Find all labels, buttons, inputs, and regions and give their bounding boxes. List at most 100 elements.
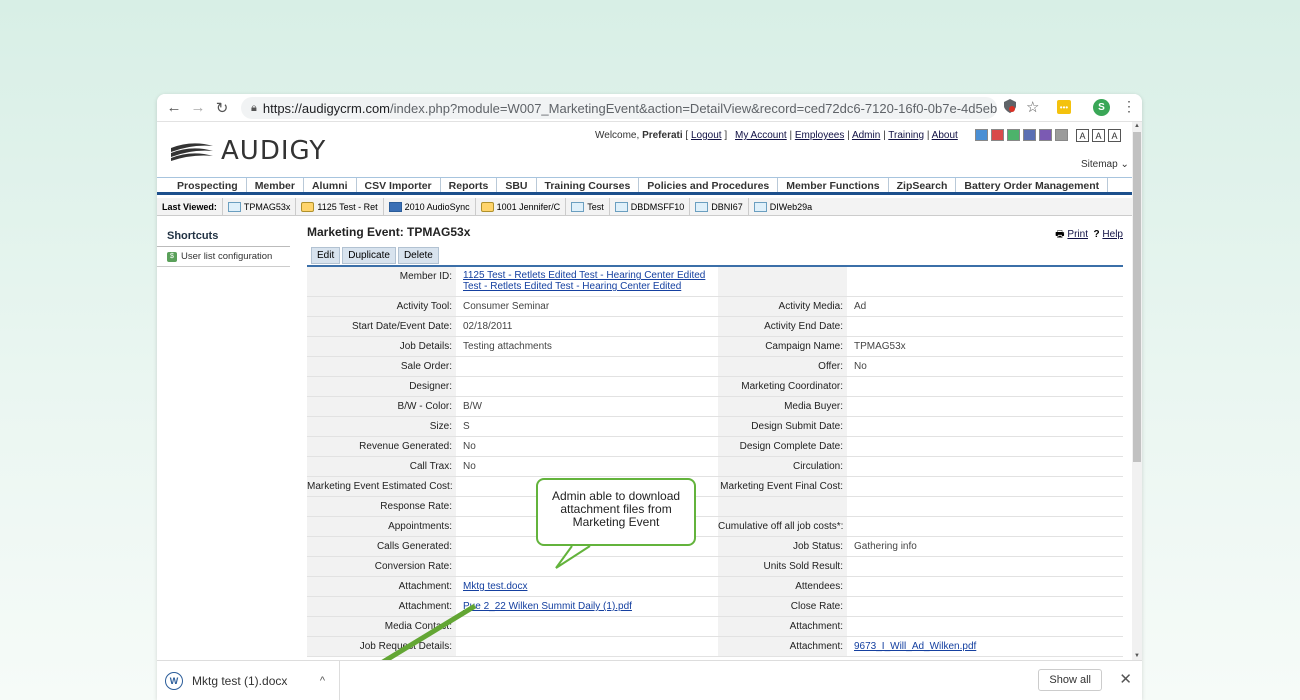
last-viewed-item[interactable]: DBNI67 bbox=[689, 198, 748, 215]
field-label-right: Marketing Coordinator: bbox=[718, 377, 847, 396]
folder-icon bbox=[480, 201, 494, 212]
action-buttons: Edit Duplicate Delete bbox=[311, 247, 439, 264]
field-label-left: Activity Tool: bbox=[307, 297, 456, 316]
chevron-up-icon[interactable]: ^ bbox=[320, 675, 325, 687]
field-value-right: No bbox=[854, 361, 867, 372]
field-label-right: Design Complete Date: bbox=[718, 437, 847, 456]
print-link[interactable]: Print bbox=[1067, 229, 1088, 240]
last-viewed-item[interactable]: Test bbox=[565, 198, 609, 215]
member-id-link[interactable]: 1125 Test - Retlets Edited Test - Hearin… bbox=[463, 270, 705, 281]
field-value-right bbox=[847, 477, 1123, 496]
last-viewed-item[interactable]: DIWeb29a bbox=[747, 198, 817, 215]
theme-swatch-gray[interactable] bbox=[1055, 129, 1068, 141]
shortcut-user-list-config[interactable]: $ User list configuration bbox=[157, 247, 290, 267]
last-viewed-item[interactable]: TPMAG53x bbox=[221, 198, 296, 215]
tab-csv-importer[interactable]: CSV Importer bbox=[357, 178, 441, 192]
edit-button[interactable]: Edit bbox=[311, 247, 341, 264]
logout-link[interactable]: Logout bbox=[691, 130, 722, 141]
scroll-down-icon[interactable]: ▼ bbox=[1134, 653, 1140, 659]
table-row: Sale Order: Offer: No bbox=[307, 357, 1123, 377]
show-all-button[interactable]: Show all bbox=[1038, 669, 1102, 691]
field-value-right: Ad bbox=[854, 301, 867, 312]
theme-swatch-green[interactable] bbox=[1007, 129, 1020, 141]
logo-swoosh-icon bbox=[171, 143, 213, 161]
tab-alumni[interactable]: Alumni bbox=[304, 178, 357, 192]
print-help: 🖶 Print ? Help bbox=[1055, 227, 1123, 244]
last-viewed-item[interactable]: 1001 Jennifer/C bbox=[474, 198, 566, 215]
last-viewed-item[interactable]: 2010 AudioSync bbox=[382, 198, 475, 215]
admin-link[interactable]: Admin bbox=[852, 130, 880, 141]
field-value-left: B/W bbox=[463, 401, 482, 412]
table-row: Calls Generated: Job Status: Gathering inf… bbox=[307, 537, 1123, 557]
font-size-small[interactable]: A bbox=[1076, 129, 1089, 142]
font-size-large[interactable]: A bbox=[1108, 129, 1121, 142]
field-label-right: Activity End Date: bbox=[718, 317, 847, 336]
attachment-link[interactable]: 9673_I_Will_Ad_Wilken.pdf bbox=[854, 641, 976, 652]
employees-link[interactable]: Employees bbox=[795, 130, 844, 141]
field-label-left: Revenue Generated: bbox=[307, 437, 456, 456]
back-arrow-icon[interactable]: ← bbox=[165, 99, 183, 117]
last-viewed-text: 1125 Test - Ret bbox=[317, 201, 378, 212]
tab-zipsearch[interactable]: ZipSearch bbox=[889, 178, 957, 192]
about-link[interactable]: About bbox=[932, 130, 958, 141]
tab-member-functions[interactable]: Member Functions bbox=[778, 178, 889, 192]
tab-reports[interactable]: Reports bbox=[441, 178, 498, 192]
field-value-right bbox=[847, 417, 1123, 436]
table-row: B/W - Color: B/W Media Buyer: bbox=[307, 397, 1123, 417]
sitemap-link[interactable]: Sitemap ⌄ bbox=[1081, 159, 1129, 170]
field-value-left bbox=[456, 617, 718, 636]
font-size-medium[interactable]: A bbox=[1092, 129, 1105, 142]
scroll-up-icon[interactable]: ▲ bbox=[1134, 123, 1140, 129]
field-label-right: Units Sold Result: bbox=[718, 557, 847, 576]
scrollbar-thumb[interactable] bbox=[1133, 132, 1141, 462]
shortcuts-sidebar: Shortcuts $ User list configuration bbox=[157, 223, 290, 267]
attachment-link[interactable]: Mktg test.docx bbox=[463, 581, 527, 592]
table-row: Start Date/Event Date: 02/18/2011 Activity… bbox=[307, 317, 1123, 337]
close-icon[interactable]: ✕ bbox=[1119, 670, 1132, 688]
tab-prospecting[interactable]: Prospecting bbox=[157, 178, 247, 192]
printer-icon: 🖶 bbox=[1055, 229, 1065, 240]
tab-member[interactable]: Member bbox=[247, 178, 304, 192]
download-item[interactable]: W Mktg test (1).docx ^ bbox=[165, 660, 340, 700]
delete-button[interactable]: Delete bbox=[397, 247, 439, 264]
theme-swatch-red[interactable] bbox=[991, 129, 1004, 141]
help-link[interactable]: Help bbox=[1102, 229, 1123, 240]
theme-swatch-navy[interactable] bbox=[1023, 129, 1036, 141]
tab-policies[interactable]: Policies and Procedures bbox=[639, 178, 779, 192]
field-label-left: Start Date/Event Date: bbox=[307, 317, 456, 336]
last-viewed-item[interactable]: 1125 Test - Ret bbox=[295, 198, 382, 215]
url-host: https://audigycrm.com bbox=[262, 100, 391, 116]
field-value-right: Gathering info bbox=[854, 541, 917, 552]
extension-yellow-icon[interactable]: ••• bbox=[1057, 100, 1071, 114]
table-row: Attachment: Pue 2_22 Wilken Summit Daily … bbox=[307, 597, 1123, 617]
forward-arrow-icon[interactable]: → bbox=[189, 99, 207, 117]
menu-kebab-icon[interactable]: ⋮ bbox=[1122, 98, 1136, 115]
download-bar: W Mktg test (1).docx ^ Show all ✕ bbox=[157, 660, 1142, 700]
theme-swatch-purple[interactable] bbox=[1039, 129, 1052, 141]
extension-icon[interactable] bbox=[1003, 98, 1017, 114]
vertical-scrollbar[interactable]: ▲ ▼ bbox=[1132, 122, 1142, 660]
field-label-right bbox=[718, 267, 847, 296]
training-link[interactable]: Training bbox=[888, 130, 924, 141]
table-row: Job Details: Testing attachments Campaign … bbox=[307, 337, 1123, 357]
config-icon: $ bbox=[167, 251, 177, 262]
star-icon[interactable]: ☆ bbox=[1026, 98, 1039, 116]
field-value-right bbox=[847, 397, 1123, 416]
profile-avatar[interactable]: S bbox=[1093, 99, 1110, 116]
duplicate-button[interactable]: Duplicate bbox=[342, 247, 396, 264]
field-value-left: Mktg test.docx bbox=[456, 577, 718, 596]
attachment-link[interactable]: Pue 2_22 Wilken Summit Daily (1).pdf bbox=[463, 601, 632, 612]
tab-training-courses[interactable]: Training Courses bbox=[537, 178, 640, 192]
reload-icon[interactable]: ↻ bbox=[213, 99, 231, 117]
theme-swatch-blue[interactable] bbox=[975, 129, 988, 141]
tab-battery-order[interactable]: Battery Order Management bbox=[956, 178, 1109, 192]
address-bar[interactable]: 🔒︎ https://audigycrm.com/index.php?modul… bbox=[241, 97, 997, 119]
field-label-left: Call Trax: bbox=[307, 457, 456, 476]
my-account-link[interactable]: My Account bbox=[735, 130, 787, 141]
logo-text: AUDIGY bbox=[221, 136, 327, 166]
field-label-right: Media Buyer: bbox=[718, 397, 847, 416]
field-label-right: Campaign Name: bbox=[718, 337, 847, 356]
last-viewed-item[interactable]: DBDMSFF10 bbox=[608, 198, 690, 215]
member-id-link-2[interactable]: Test - Retlets Edited Test - Hearing Cen… bbox=[463, 281, 681, 292]
tab-sbu[interactable]: SBU bbox=[497, 178, 537, 192]
